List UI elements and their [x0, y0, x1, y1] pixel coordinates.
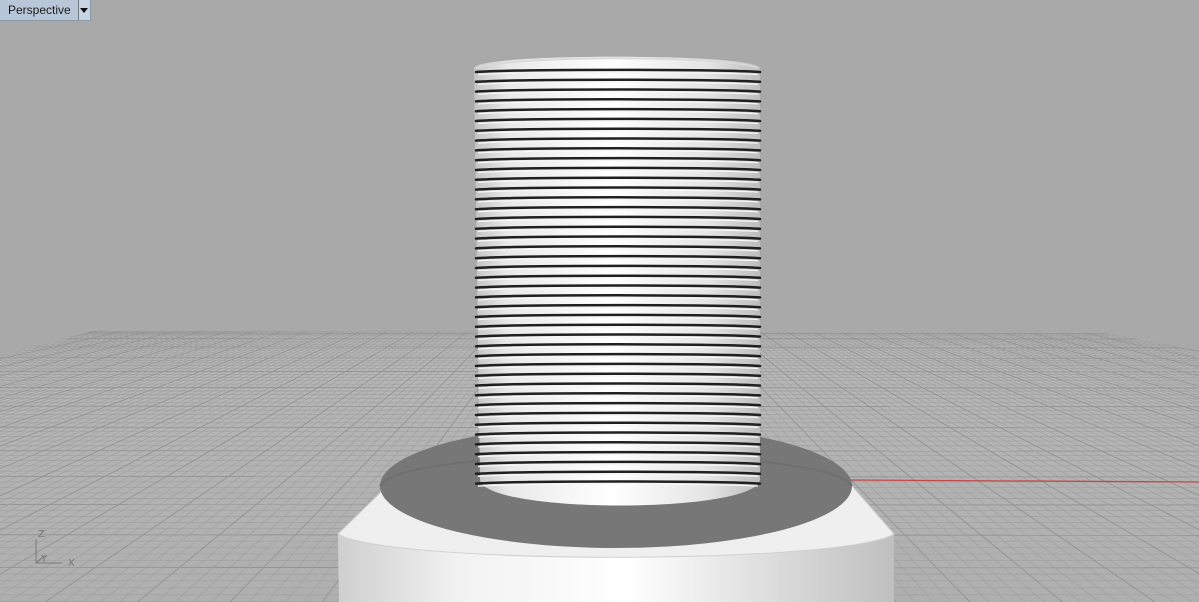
- axis-widget-z-label: Z: [38, 529, 45, 540]
- rhino-perspective-viewport[interactable]: Perspective Z Y X: [0, 0, 1199, 602]
- viewport-title[interactable]: Perspective: [0, 0, 78, 20]
- viewport-title-tab[interactable]: Perspective: [0, 0, 91, 21]
- threaded-cylinder: [474, 56, 762, 506]
- viewport-menu-dropdown[interactable]: [77, 0, 90, 20]
- axis-widget-y-label: Y: [40, 554, 48, 565]
- chevron-down-icon: [80, 8, 89, 13]
- viewport-3d-scene[interactable]: Z Y X: [0, 0, 1199, 602]
- threaded-cylinder-body: [474, 56, 760, 506]
- axis-widget-x-label: X: [68, 558, 75, 569]
